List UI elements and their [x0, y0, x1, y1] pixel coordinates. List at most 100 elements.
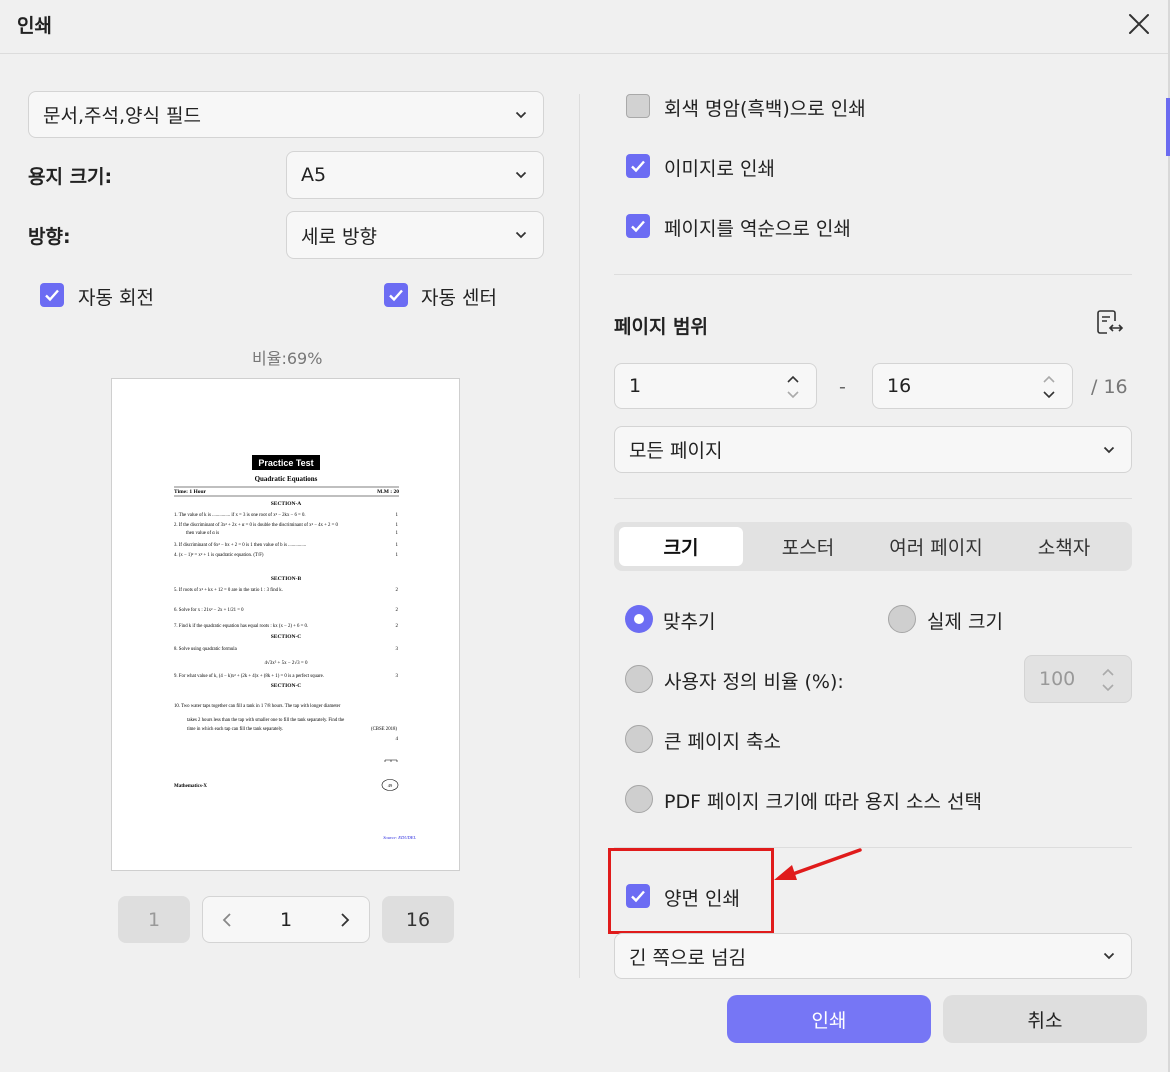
spinner-arrows-icon[interactable]	[786, 374, 800, 400]
preview-q2b: then value of α is	[186, 531, 219, 536]
grayscale-label: 회색 명암(흑백)으로 인쇄	[664, 98, 866, 120]
preview-q10: 10. Two water taps together can fill a t…	[174, 704, 341, 709]
preview-q4: 4. (x − 1)² = x² + 1 is quadratic equati…	[174, 552, 264, 558]
preview-mark-2: 1	[396, 523, 399, 528]
auto-center-checkbox[interactable]	[384, 283, 408, 307]
custom-scale-input[interactable]: 100	[1024, 655, 1132, 703]
tab-poster[interactable]: 포스터	[745, 527, 871, 566]
paper-size-select[interactable]: A5	[286, 151, 544, 199]
preview-q8b: 4√3x² + 5x − 2√3 = 0	[265, 660, 308, 666]
page-subset-select[interactable]: 모든 페이지	[614, 426, 1132, 473]
chevron-down-icon	[1103, 952, 1115, 960]
preview-mark-5: 2	[396, 588, 399, 593]
preview-subheading: Quadratic Equations	[255, 475, 318, 483]
tab-size[interactable]: 크기	[619, 527, 743, 566]
print-preview: Practice Test Quadratic Equations Time: …	[111, 378, 460, 871]
paper-size-value: A5	[301, 164, 327, 186]
preview-q9: 9. For what value of k, (4 − k)x² + (2k …	[174, 673, 324, 679]
custom-scale-value: 100	[1039, 668, 1076, 690]
window-edge-accent	[1166, 98, 1170, 156]
chevron-down-icon	[515, 111, 527, 118]
print-button[interactable]: 인쇄	[727, 995, 931, 1043]
preview-page: Practice Test Quadratic Equations Time: …	[174, 455, 416, 840]
orientation-value: 세로 방향	[301, 225, 377, 248]
grayscale-checkbox[interactable]	[626, 94, 650, 118]
column-divider	[579, 94, 580, 978]
checkmark-icon	[631, 220, 645, 233]
chevron-left-icon[interactable]	[221, 912, 233, 928]
fit-label: 맞추기	[663, 611, 716, 633]
tab-multiple-pages[interactable]: 여러 페이지	[873, 527, 999, 566]
shrink-radio[interactable]	[625, 725, 653, 753]
preview-footer: Mathematics-X	[174, 784, 207, 789]
preview-q5: 5. If roots of x² + kx + 12 = 0 are in t…	[174, 587, 283, 593]
preview-mark-1: 1	[396, 513, 399, 518]
preview-q10d: (CBSE 2018)	[371, 727, 397, 732]
custom-scale-radio[interactable]	[625, 665, 653, 693]
preview-section-a: SECTION-A	[271, 501, 302, 507]
title-bar: 인쇄	[0, 0, 1168, 54]
preview-q1: 1. The value of k is ............... if …	[174, 512, 306, 518]
annotation-arrow-icon	[774, 848, 862, 880]
page-range-title: 페이지 범위	[614, 316, 709, 338]
pdf-paper-source-radio[interactable]	[625, 785, 653, 813]
range-from-input[interactable]: 1	[614, 363, 817, 409]
preview-q2: 2. If the discriminant of 3x² + 2x + α =…	[174, 522, 339, 528]
duplex-flip-value: 긴 쪽으로 넘김	[629, 946, 746, 969]
last-page-button[interactable]: 16	[382, 896, 454, 943]
close-icon[interactable]	[1124, 9, 1154, 39]
print-mode-tabs: 크기 포스터 여러 페이지 소책자	[614, 522, 1132, 571]
reverse-order-label: 페이지를 역순으로 인쇄	[664, 218, 851, 240]
content-select[interactable]: 문서,주석,양식 필드	[28, 91, 544, 138]
page-range-swap-icon[interactable]	[1094, 308, 1124, 338]
content-select-value: 문서,주석,양식 필드	[43, 105, 201, 127]
preview-section-c2: SECTION-C	[271, 683, 302, 689]
tab-booklet[interactable]: 소책자	[1001, 527, 1127, 566]
page-subset-value: 모든 페이지	[629, 440, 723, 462]
preview-source: Source: EDUDEL	[383, 835, 416, 840]
preview-marks: M.M : 20	[377, 489, 399, 495]
orientation-select[interactable]: 세로 방향	[286, 211, 544, 259]
preview-mark-2b: 1	[396, 531, 399, 536]
reverse-order-checkbox[interactable]	[626, 214, 650, 238]
first-page-button[interactable]: 1	[118, 896, 190, 943]
duplex-flip-select[interactable]: 긴 쪽으로 넘김	[614, 933, 1132, 979]
print-as-image-checkbox[interactable]	[626, 154, 650, 178]
fit-radio[interactable]	[625, 605, 653, 633]
checkmark-icon	[631, 160, 645, 173]
preview-time: Time: 1 Hour	[174, 489, 207, 495]
range-dash: -	[839, 376, 846, 398]
chevron-down-icon	[515, 171, 527, 179]
preview-section-c: SECTION-C	[271, 634, 302, 640]
preview-q7: 7. Find k if the quadratic equation has …	[174, 624, 308, 629]
range-total: / 16	[1091, 376, 1128, 398]
cancel-button[interactable]: 취소	[943, 995, 1147, 1043]
spinner-arrows-icon	[1102, 668, 1114, 692]
actual-size-radio[interactable]	[888, 605, 916, 633]
chevron-right-icon[interactable]	[339, 912, 351, 928]
preview-mark-7: 2	[396, 624, 399, 629]
auto-rotate-label: 자동 회전	[78, 287, 154, 309]
custom-scale-label: 사용자 정의 비율 (%):	[664, 671, 844, 693]
duplex-label: 양면 인쇄	[664, 888, 740, 910]
page-navigator: 1	[202, 896, 370, 943]
auto-rotate-checkbox[interactable]	[40, 283, 64, 307]
preview-mark-9: 3	[396, 674, 399, 679]
checkmark-icon	[389, 289, 403, 302]
preview-q8: 8. Solve using quadratic formula	[174, 647, 238, 652]
divider	[614, 498, 1132, 499]
preview-heading: Practice Test	[258, 458, 313, 468]
preview-q6: 6. Solve for x : 21x² − 2x + 1/21 = 0	[174, 607, 244, 613]
chevron-down-icon	[515, 231, 527, 239]
current-page[interactable]: 1	[280, 909, 292, 931]
spinner-arrows-icon[interactable]	[1042, 374, 1056, 400]
checkmark-icon	[45, 289, 59, 302]
preview-mark-3: 1	[396, 543, 399, 548]
range-to-input[interactable]: 16	[872, 363, 1073, 409]
divider	[614, 274, 1132, 275]
auto-center-label: 자동 센터	[421, 287, 497, 309]
duplex-checkbox[interactable]	[626, 884, 650, 908]
orientation-label: 방향:	[28, 226, 71, 248]
range-to-value: 16	[887, 375, 912, 397]
preview-mark-10: 4	[396, 737, 399, 742]
